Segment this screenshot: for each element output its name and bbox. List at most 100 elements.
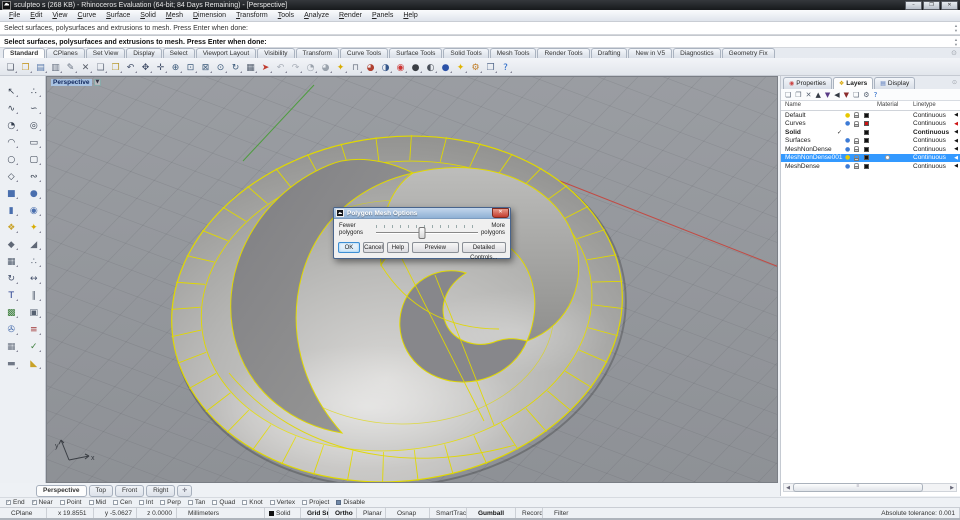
hatch-icon[interactable]: ▩ [4,306,19,318]
ghosted-sphere-icon[interactable]: ◐ [423,60,438,74]
zoom-selected-icon[interactable]: ⊙ [213,60,228,74]
viewport-menu-caret-icon[interactable]: ▼ [93,79,102,86]
scroll-right-icon[interactable]: ▶ [948,485,956,491]
new-sublayer-icon[interactable]: ❐ [795,90,801,100]
osnap-toggle[interactable]: Int [138,499,153,506]
delete-layer-icon[interactable]: ✕ [806,90,812,100]
circle-center-icon[interactable]: ◎ [27,119,41,131]
viewport-tab[interactable]: Top [88,484,113,497]
osnap-toggle[interactable]: Project [302,499,329,506]
scrollbar-thumb[interactable] [793,483,923,492]
column-name[interactable]: Name [785,102,801,108]
layer-material-icon[interactable] [885,155,890,160]
column-material[interactable]: Material [877,102,898,108]
viewport-tab[interactable]: Front [114,484,145,497]
cylinder-icon[interactable]: ▮ [4,204,19,216]
layer-color-swatch[interactable] [864,129,869,135]
sphere-icon[interactable]: ● [27,187,41,199]
layer-row[interactable]: MeshNonDense001 ✓ ● Continuous ◀ [781,153,960,162]
pan-icon[interactable]: ✥ [138,60,153,74]
dialog-button[interactable]: Cancel [362,242,384,253]
menu-item[interactable]: Transform [231,12,273,19]
globe-icon[interactable]: ● [438,60,453,74]
layer-row[interactable]: MeshDense ✓ ● Continuous ◀ [781,162,960,171]
place-view-icon[interactable]: ➤ [258,60,273,74]
mesh-density-slider[interactable] [376,223,478,239]
check-icon[interactable]: ✓ [27,340,41,352]
toolbar-tab[interactable]: Transform [295,48,339,58]
menu-item[interactable]: Render [334,12,367,19]
panel-tab[interactable]: ◉ Properties [783,77,832,89]
osnap-checkbox[interactable] [336,500,342,505]
dialog-close-icon[interactable]: ✕ [492,208,509,218]
osnap-toggle[interactable]: Point [59,499,82,506]
undo-icon[interactable]: ↶ [123,60,138,74]
command-history-line[interactable]: Select surfaces, polysurfaces and extrus… [0,22,960,35]
layer-linetype[interactable]: Continuous [913,137,946,144]
rectangle-icon[interactable]: ▭ [27,136,41,148]
boolean-icon[interactable]: ❖ [4,221,19,233]
osnap-checkbox[interactable] [160,500,166,505]
tabstrip-options-icon[interactable]: ⊙ [951,49,957,57]
record-pale-icon[interactable]: ◕ [318,60,333,74]
command-history-scroll[interactable]: ▲ ▼ [954,24,958,33]
osnap-toggle[interactable]: Tan [187,499,205,506]
toolbar-tab[interactable]: Visibility [257,48,295,58]
curve-icon[interactable]: ∽ [27,102,41,114]
copy-icon[interactable]: ❑ [93,60,108,74]
panel-options-icon[interactable]: ⊙ [952,79,957,86]
osnap-checkbox[interactable] [242,500,248,505]
dialog-title-bar[interactable]: Polygon Mesh Options ✕ [334,208,510,219]
column-linetype[interactable]: Linetype [913,102,936,108]
move-icon[interactable]: ✛ [153,60,168,74]
polygon-mesh-options-dialog[interactable]: Polygon Mesh Options ✕ Fewer polygons Mo… [333,207,511,261]
viewport-tab[interactable]: Right [146,484,176,497]
menu-item[interactable]: Surface [101,12,135,19]
drill-icon[interactable]: ✇ [4,323,19,335]
toolbar-tab[interactable]: Geometry Fix [721,48,775,58]
dialog-button[interactable]: Help [386,242,409,253]
layer-lock-icon[interactable] [854,154,859,161]
menu-item[interactable]: View [47,12,72,19]
osnap-checkbox[interactable] [187,500,193,505]
layer-color-swatch[interactable] [864,146,869,152]
menu-item[interactable]: Help [398,12,422,19]
named-cplane-icon[interactable]: ▦ [243,60,258,74]
layer-color-swatch[interactable] [864,155,869,160]
layer-color-swatch[interactable] [864,121,869,126]
layer-linetype[interactable]: Continuous [913,120,946,127]
lock-icon[interactable]: ⊓ [348,60,363,74]
rounded-rect-icon[interactable]: ▢ [27,153,41,165]
toolbar-tab[interactable]: Display [126,48,162,58]
new-layer-icon[interactable]: ❏ [785,90,791,100]
layer-visibility-bulb-icon[interactable]: ● [845,120,850,127]
layer-row[interactable]: Surfaces ✓ ● Continuous ◀ [781,137,960,146]
layer-color-swatch[interactable] [864,163,869,169]
print-icon[interactable]: ▥ [48,60,63,74]
toolbar-tab[interactable]: Set View [85,48,126,58]
layer-lock-icon[interactable] [854,146,859,152]
zoom-window-icon[interactable]: ⊡ [183,60,198,74]
new-file-icon[interactable]: ❏ [3,60,18,74]
circle-icon[interactable]: ◔ [4,119,19,131]
layer-color-swatch[interactable] [864,138,869,143]
settings-wrench-icon[interactable]: ⚙ [863,90,869,100]
layer-visibility-bulb-icon[interactable]: ● [845,137,850,144]
osnap-checkbox[interactable] [212,500,218,505]
zoom-extents-icon[interactable]: ⊠ [198,60,213,74]
dialog-button[interactable]: Preview [411,242,459,253]
osnap-checkbox[interactable] [31,499,37,505]
extract-icon[interactable]: ✦ [27,221,41,233]
render-preview-icon[interactable]: ◑ [378,60,393,74]
layer-linetype[interactable]: Continuous [913,154,946,161]
report-icon[interactable]: ❏ [853,90,859,100]
open-file-icon[interactable]: ❐ [18,60,33,74]
rotate-view-icon[interactable]: ↻ [228,60,243,74]
panel-help-icon[interactable]: ? [874,90,878,100]
toolbar-tab[interactable]: Solid Tools [443,48,489,58]
toolbar-tab[interactable]: Diagnostics [673,48,721,58]
dialog-button[interactable]: OK [338,242,360,253]
menu-item[interactable]: Edit [25,12,47,19]
command-prompt-line[interactable]: Select surfaces, polysurfaces and extrus… [0,35,960,48]
flash-icon[interactable]: ✦ [453,60,468,74]
